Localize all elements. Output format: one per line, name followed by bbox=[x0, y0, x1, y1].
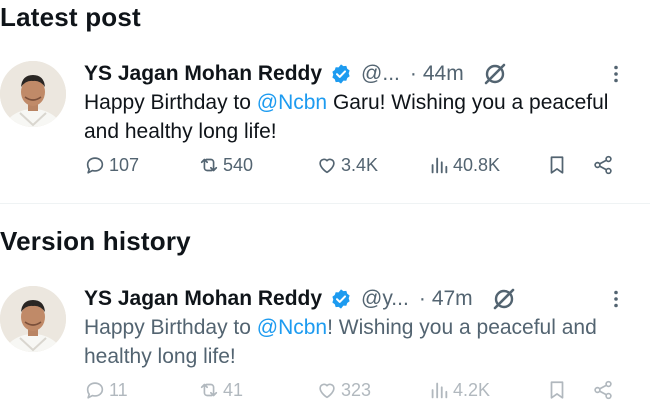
mention-link[interactable]: @Ncbn bbox=[257, 91, 327, 114]
repost-count: 540 bbox=[223, 154, 254, 175]
version-history-heading: Version history bbox=[0, 226, 191, 256]
views-count: 4.2K bbox=[453, 379, 491, 400]
avatar[interactable] bbox=[0, 286, 66, 352]
repost-icon bbox=[200, 383, 218, 397]
like-button[interactable]: 323 bbox=[316, 379, 371, 400]
author-handle[interactable]: @... bbox=[361, 62, 400, 86]
repost-icon bbox=[200, 158, 218, 172]
tweet-header: YS Jagan Mohan Reddy @... · 44m bbox=[84, 60, 508, 88]
avatar[interactable] bbox=[0, 61, 66, 127]
like-heart-icon bbox=[319, 158, 335, 174]
repost-count: 41 bbox=[223, 379, 244, 400]
like-count: 323 bbox=[341, 379, 372, 400]
bookmark-icon bbox=[550, 156, 564, 174]
time-separator: · bbox=[409, 62, 417, 85]
grok-icon[interactable] bbox=[491, 286, 517, 312]
author-handle[interactable]: @y... bbox=[361, 287, 409, 311]
reply-icon bbox=[86, 157, 104, 174]
author-name[interactable]: YS Jagan Mohan Reddy bbox=[84, 62, 322, 86]
tweet-text: Happy Birthday to @Ncbn! Wishing you a p… bbox=[84, 313, 634, 371]
author-name[interactable]: YS Jagan Mohan Reddy bbox=[84, 287, 322, 311]
tweet-text: Happy Birthday to @Ncbn Garu! Wishing yo… bbox=[84, 88, 634, 146]
tweet-header: YS Jagan Mohan Reddy @y... · 47m bbox=[84, 285, 517, 313]
text-before: Happy Birthday to bbox=[84, 91, 257, 114]
verified-badge-icon bbox=[330, 63, 352, 85]
share-button[interactable] bbox=[592, 154, 614, 176]
share-icon bbox=[594, 380, 612, 400]
tweet-actions: 11 41 323 4.2K bbox=[84, 379, 624, 400]
reply-button[interactable]: 107 bbox=[84, 154, 139, 176]
like-count: 3.4K bbox=[341, 154, 379, 175]
more-options-icon[interactable] bbox=[606, 289, 626, 309]
repost-button[interactable]: 540 bbox=[198, 154, 253, 176]
mention-link[interactable]: @Ncbn bbox=[257, 316, 327, 339]
latest-post-heading: Latest post bbox=[0, 2, 141, 32]
views-button[interactable]: 4.2K bbox=[428, 379, 490, 400]
share-icon bbox=[594, 155, 612, 175]
post-time[interactable]: 44m bbox=[423, 62, 464, 86]
reply-count: 107 bbox=[109, 154, 140, 175]
text-before: Happy Birthday to bbox=[84, 316, 257, 339]
share-button[interactable] bbox=[592, 379, 614, 400]
reply-button[interactable]: 11 bbox=[84, 379, 128, 400]
like-button[interactable]: 3.4K bbox=[316, 154, 378, 176]
more-options-icon[interactable] bbox=[606, 64, 626, 84]
views-count: 40.8K bbox=[453, 154, 501, 175]
section-divider bbox=[0, 203, 650, 204]
post-time[interactable]: 47m bbox=[432, 287, 473, 311]
grok-icon[interactable] bbox=[482, 61, 508, 87]
verified-badge-icon bbox=[330, 288, 352, 310]
reply-icon bbox=[86, 382, 104, 399]
views-chart-icon bbox=[431, 382, 448, 399]
views-chart-icon bbox=[431, 157, 448, 174]
repost-button[interactable]: 41 bbox=[198, 379, 243, 400]
bookmark-icon bbox=[550, 381, 564, 399]
reply-count: 11 bbox=[109, 379, 128, 400]
bookmark-button[interactable] bbox=[546, 154, 568, 176]
time-separator: · bbox=[418, 287, 426, 310]
like-heart-icon bbox=[319, 383, 335, 399]
bookmark-button[interactable] bbox=[546, 379, 568, 400]
tweet-actions: 107 540 3.4K 40.8K bbox=[84, 154, 624, 182]
views-button[interactable]: 40.8K bbox=[428, 154, 500, 176]
